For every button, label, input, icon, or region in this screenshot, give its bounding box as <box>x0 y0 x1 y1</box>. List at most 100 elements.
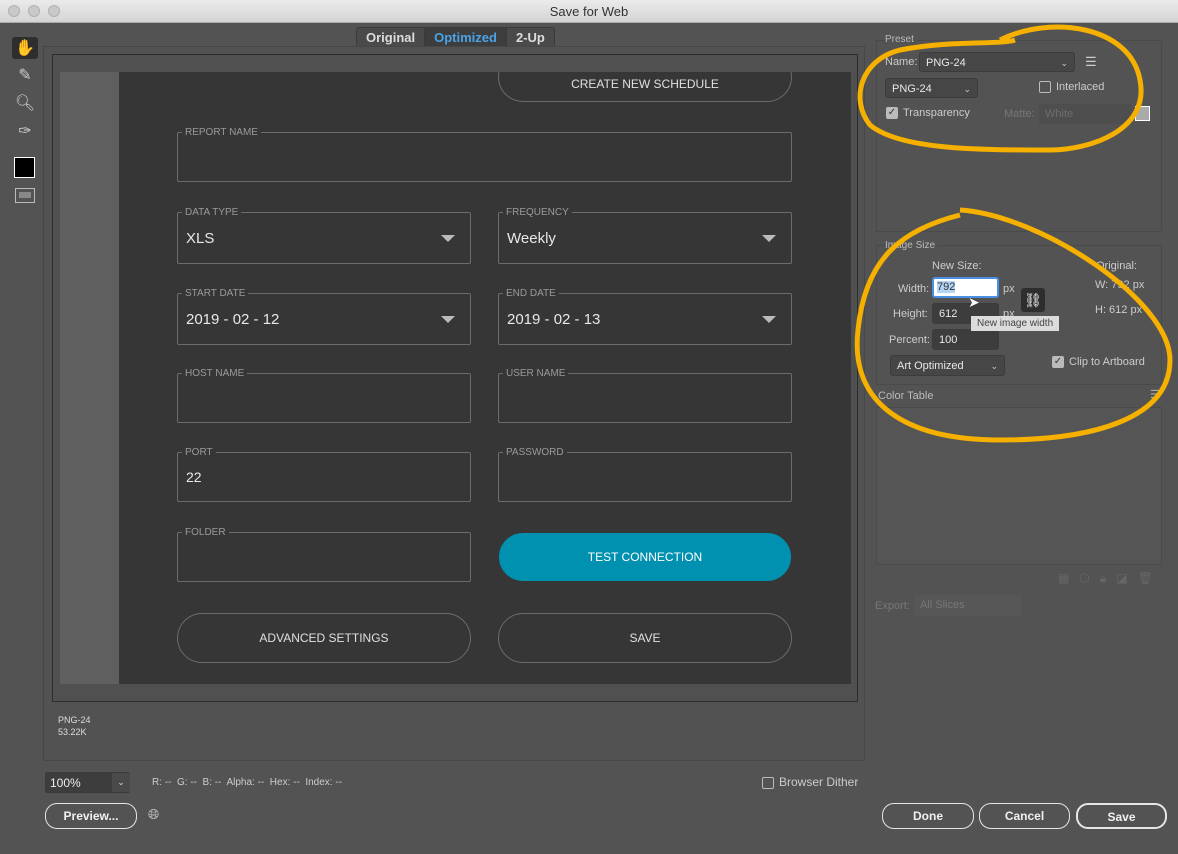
checkbox[interactable] <box>762 776 774 789</box>
checkbox-label: Clip to Artboard <box>1069 356 1145 368</box>
field-label: FREQUENCY <box>503 207 572 218</box>
field-value: 2019 - 02 - 12 <box>186 311 280 328</box>
checkbox-label: Transparency <box>903 107 970 119</box>
chevron-down-icon: ⌄ <box>990 361 998 371</box>
interlaced-checkbox[interactable]: Interlaced <box>1039 81 1105 94</box>
chevron-down-icon[interactable]: ⌄ <box>112 773 130 792</box>
lock-color-icon[interactable]: 🔒︎ <box>1100 571 1106 586</box>
transparency-checkbox[interactable]: ✓ Transparency <box>886 107 970 120</box>
matte-label: Matte: <box>1004 108 1035 120</box>
new-color-icon[interactable]: ◪ <box>1116 571 1127 586</box>
slice-select-icon[interactable]: ✎ <box>12 64 38 86</box>
original-width: W: 792 px <box>1095 279 1145 291</box>
file-format-select[interactable]: PNG-24 ⌄ <box>885 78 978 98</box>
folder-field: FOLDER <box>177 527 471 582</box>
field-label: PORT <box>182 447 216 458</box>
minimize-window-button[interactable] <box>28 5 40 17</box>
create-schedule-button: CREATE NEW SCHEDULE <box>498 72 792 102</box>
input-value: 612 <box>939 308 958 320</box>
close-window-button[interactable] <box>8 5 20 17</box>
zoom-window-button[interactable] <box>48 5 60 17</box>
resample-quality-select[interactable]: Art Optimized ⌄ <box>890 355 1005 376</box>
preset-title: Preset <box>885 34 917 45</box>
checkbox-label: Browser Dither <box>779 775 859 789</box>
width-label: Width: <box>898 283 930 295</box>
zoom-level-select[interactable]: 100% ⌄ <box>45 772 130 793</box>
export-select: All Slices <box>914 595 1021 616</box>
field-label: DATA TYPE <box>182 207 242 218</box>
field-label: USER NAME <box>503 368 569 379</box>
save-form-button: SAVE <box>498 613 792 663</box>
image-info: PNG-24 53.22K <box>58 714 91 738</box>
port-field: PORT 22 <box>177 447 471 502</box>
unit-label: px <box>1003 283 1015 295</box>
color-table-tools: ▦ ⬡ 🔒︎ ◪ 🗑︎ <box>1058 571 1153 586</box>
format-text: PNG-24 <box>58 715 91 725</box>
checkbox-label: Interlaced <box>1056 81 1105 93</box>
sidebar-strip <box>60 72 119 684</box>
matte-color-swatch[interactable] <box>1135 106 1150 121</box>
preset-menu-icon[interactable]: ☰ <box>1085 54 1097 70</box>
advanced-settings-button: ADVANCED SETTINGS <box>177 613 471 663</box>
browser-dither-checkbox[interactable]: Browser Dither <box>762 775 858 789</box>
select-value: White <box>1045 108 1074 120</box>
name-label: Name: <box>885 56 918 68</box>
field-value: 2019 - 02 - 13 <box>507 311 601 328</box>
window-title: Save for Web <box>549 4 629 19</box>
color-table-menu-icon[interactable]: ☰ <box>1150 388 1160 401</box>
checkbox-checked[interactable]: ✓ <box>886 107 898 120</box>
field-label: START DATE <box>182 288 249 299</box>
globe-icon[interactable]: 🌐︎ <box>148 806 159 823</box>
web-snap-icon[interactable]: ⬡ <box>1079 571 1089 586</box>
percent-label: Percent: <box>889 334 930 346</box>
constrain-link-icon[interactable]: ⛓︎ <box>1021 288 1045 312</box>
field-value: Weekly <box>507 230 556 247</box>
frequency-field: FREQUENCY Weekly <box>498 207 792 264</box>
eyedropper-color-swatch[interactable] <box>14 157 35 178</box>
zoom-icon[interactable]: 🔍︎ <box>12 92 38 114</box>
map-transparent-icon[interactable]: ▦ <box>1058 571 1069 586</box>
clip-to-artboard-checkbox[interactable]: ✓ Clip to Artboard <box>1052 356 1145 369</box>
pixel-info: R: -- G: -- B: -- Alpha: -- Hex: -- Inde… <box>152 777 343 788</box>
select-value: PNG-24 <box>892 83 932 95</box>
preset-name-select[interactable]: PNG-24 ⌄ <box>919 52 1075 72</box>
eyedropper-icon[interactable]: ✑ <box>12 120 38 142</box>
color-table-title: Color Table <box>878 390 934 402</box>
mouse-cursor-icon: ➤ <box>968 294 980 310</box>
original-label: Original: <box>1096 260 1137 272</box>
field-label: FOLDER <box>182 527 229 538</box>
password-field: PASSWORD <box>498 447 792 502</box>
data-type-field: DATA TYPE XLS <box>177 207 471 264</box>
tooltip: New image width <box>971 316 1060 331</box>
export-label: Export: <box>875 600 910 612</box>
done-button[interactable]: Done <box>882 803 974 829</box>
end-date-field: END DATE 2019 - 02 - 13 <box>498 288 792 345</box>
caret-down-icon <box>441 235 455 242</box>
file-size-text: 53.22K <box>58 727 87 737</box>
start-date-field: START DATE 2019 - 02 - 12 <box>177 288 471 345</box>
preview-button[interactable]: Preview... <box>45 803 137 829</box>
chevron-down-icon: ⌄ <box>1060 58 1068 68</box>
hand-icon[interactable]: ✋ <box>12 37 38 59</box>
checkbox[interactable] <box>1039 81 1051 94</box>
tab-2-up[interactable]: 2-Up <box>506 28 554 46</box>
percent-input[interactable]: 100 <box>932 329 999 350</box>
report-name-field: REPORT NAME <box>177 127 792 182</box>
caret-down-icon <box>441 316 455 323</box>
tab-optimized[interactable]: Optimized <box>425 28 507 46</box>
height-label: Height: <box>893 308 928 320</box>
width-input[interactable]: 792 <box>932 277 999 298</box>
checkbox-checked[interactable]: ✓ <box>1052 356 1064 369</box>
toggle-slices-icon[interactable] <box>15 188 35 203</box>
host-name-field: HOST NAME <box>177 368 471 423</box>
tab-original[interactable]: Original <box>357 28 426 46</box>
matte-select: White <box>1039 104 1131 124</box>
caret-down-icon <box>762 235 776 242</box>
input-value: 792 <box>937 281 956 293</box>
cancel-button[interactable]: Cancel <box>979 803 1070 829</box>
save-button[interactable]: Save <box>1076 803 1167 829</box>
original-height: H: 612 px <box>1095 304 1143 316</box>
trash-icon[interactable]: 🗑︎ <box>1138 571 1153 586</box>
select-value: Art Optimized <box>897 360 964 372</box>
test-connection-button: TEST CONNECTION <box>499 533 791 581</box>
